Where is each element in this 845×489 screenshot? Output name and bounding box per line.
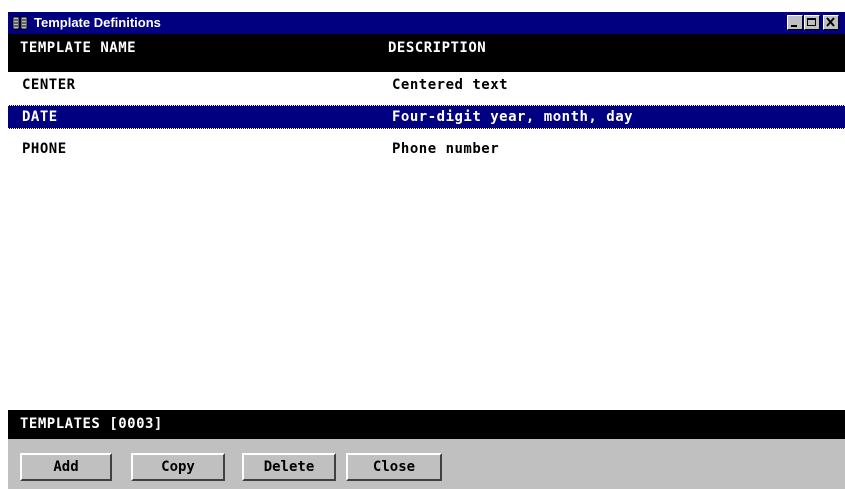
template-name-cell: PHONE [22,141,67,157]
template-list[interactable]: TEMPLATE NAME DESCRIPTION CENTER Centere… [8,34,845,410]
column-header-template-name[interactable]: TEMPLATE NAME [20,40,136,56]
template-count: TEMPLATES [0003] [20,416,163,432]
close-icon [826,17,835,27]
copy-button[interactable]: Copy [131,453,225,481]
close-dialog-button[interactable]: Close [346,453,442,481]
table-row[interactable]: CENTER Centered text [8,73,845,97]
status-bar: TEMPLATES [0003] [8,410,845,439]
add-button[interactable]: Add [20,453,112,481]
table-row-selected[interactable]: DATE Four-digit year, month, day [8,105,845,129]
close-button[interactable] [823,15,839,30]
button-bar: Add Copy Delete Close [8,439,845,489]
minimize-icon [791,25,797,27]
table-row[interactable]: PHONE Phone number [8,137,845,161]
description-cell: Phone number [392,141,500,157]
delete-button[interactable]: Delete [242,453,336,481]
table-header: TEMPLATE NAME DESCRIPTION [8,34,845,72]
minimize-button[interactable] [787,15,803,30]
column-header-description[interactable]: DESCRIPTION [388,40,486,56]
description-cell: Centered text [392,77,509,93]
maximize-icon [807,18,816,26]
template-definitions-window: Template Definitions TEMPLATE NAME DESCR… [8,12,845,489]
book-icon [12,16,28,30]
maximize-button[interactable] [804,15,820,30]
template-name-cell: CENTER [22,77,76,93]
description-cell: Four-digit year, month, day [392,109,634,125]
template-name-cell: DATE [22,109,58,125]
title-bar[interactable]: Template Definitions [8,12,845,34]
window-title: Template Definitions [34,15,161,30]
